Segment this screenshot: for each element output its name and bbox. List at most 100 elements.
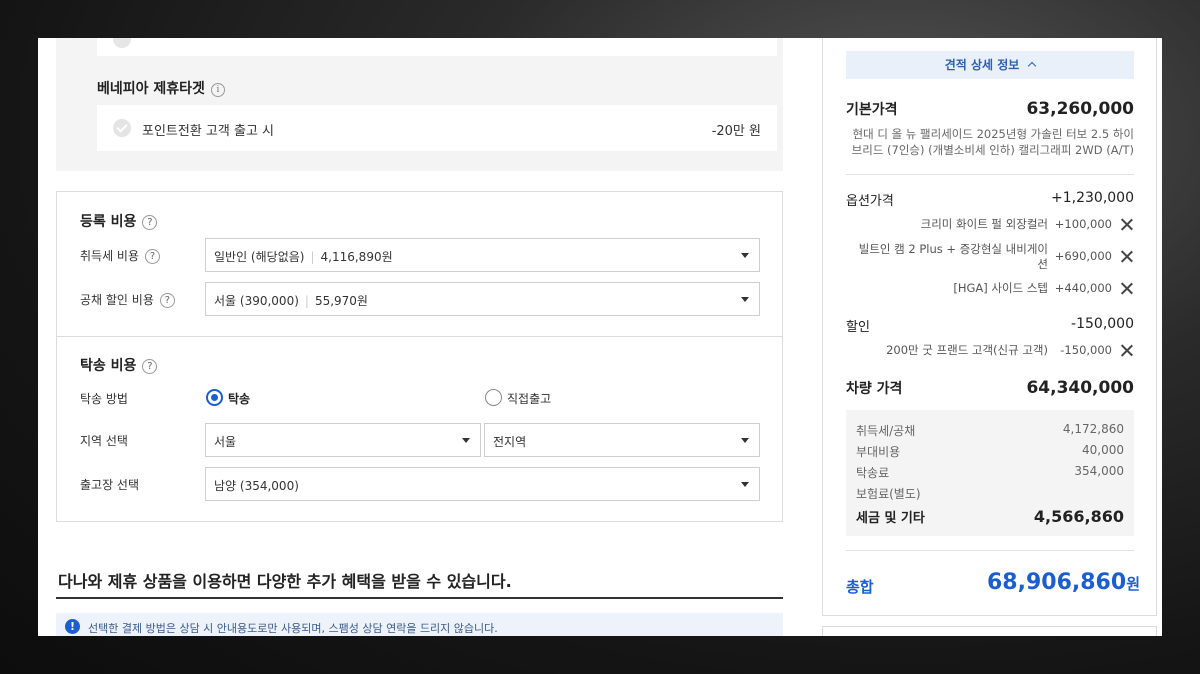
info-icon[interactable]: i [210,83,225,97]
toggle-label: 견적 상세 정보 [944,58,1020,72]
car-price-row: 차량 가격 64,340,000 [846,378,1134,398]
cost-settings-box: 등록 비용? 취득세 비용? 일반인 (해당없음) | 4,116,890원 공채 … [56,191,783,522]
bond-amount: 55,970원 [314,294,368,308]
discount-name: 200만 굿 프랜드 고객(신규 고객) [886,343,1048,357]
bond-discount-select[interactable]: 서울 (390,000) | 55,970원 [205,282,760,316]
radio-button[interactable] [206,389,223,406]
car-price-value: 64,340,000 [1026,378,1134,398]
option-name: [HGA] 사이드 스텝 [953,281,1048,295]
depot-select[interactable]: 남양 (354,000) [205,467,760,501]
grand-total-value: 68,906,860원 [987,570,1140,595]
dropdown-arrow-icon [462,438,470,443]
promo-heading: 다나와 제휴 상품을 이용하면 다양한 추가 혜택을 받을 수 있습니다. [58,572,512,591]
registration-cost-title: 등록 비용? [80,211,158,231]
radio-button[interactable] [485,389,502,406]
option-name: 크리미 화이트 펄 외장컬러 [920,217,1048,231]
tax-row: 탁송료 354,000 [856,464,1124,481]
car-price-label: 차량 가격 [846,381,903,397]
tax-label: 취득세/공채 [856,424,916,438]
tax-label: 탁송료 [856,466,890,480]
check-circle-icon[interactable] [113,38,131,48]
dropdown-arrow-icon [741,253,749,258]
bond-region: 서울 (390,000) [214,294,299,308]
option-item: [HGA] 사이드 스텝 +440,000 [846,281,1134,296]
partner-section-title: 베네피아 제휴타겟 i [97,78,225,98]
option-price-row: 옵션가격 +1,230,000 [846,190,1134,209]
region-city-select[interactable]: 서울 [205,423,481,457]
dropdown-arrow-icon [741,297,749,302]
discount-value: -150,000 [1071,316,1134,332]
discount-row: 할인 -150,000 [846,316,1134,335]
chevron-up-icon [1028,61,1037,71]
radio-delivery-label: 탁송 [228,392,251,406]
tax-total-row: 세금 및 기타 4,566,860 [856,507,1124,526]
discount-price: -150,000 [1060,343,1112,357]
remove-icon[interactable] [1112,281,1134,295]
payment-notice: ! 선택한 결제 방법은 상담 시 안내용도로만 사용되며, 스팸성 상담 연락… [56,613,783,636]
estimate-detail-toggle[interactable]: 견적 상세 정보 [846,51,1134,79]
region-area-value: 전지역 [493,435,527,449]
tax-row: 취득세/공채 4,172,860 [856,422,1124,439]
dropdown-arrow-icon [741,438,749,443]
dropdown-arrow-icon [741,482,749,487]
benefit-option-label: 포인트전환 고객 출고 시 [142,124,274,139]
discount-section: 베네피아 제휴타겟 i 포인트전환 고객 출고 시 -20만 원 [56,38,783,171]
section-divider [57,336,782,337]
tax-value: 4,172,860 [1062,422,1124,436]
cut-off-benefit-row [97,38,777,56]
grand-total-label: 총합 [846,578,874,596]
divider [846,174,1134,175]
discount-label: 할인 [846,320,870,335]
grand-total-amount: 68,906,860 [987,570,1127,595]
promo-divider [56,597,783,599]
estimate-summary-panel: 견적 상세 정보 기본가격 63,260,000 현대 디 올 뉴 팰리세이드 … [822,38,1157,616]
region-label: 지역 선택 [80,434,128,448]
tax-value: 354,000 [1074,464,1124,478]
benefit-option-row[interactable]: 포인트전환 고객 출고 시 -20만 원 [97,105,777,151]
acq-tax-label: 취득세 비용? [80,247,161,264]
model-description: 현대 디 올 뉴 팰리세이드 2025년형 가솔린 터보 2.5 하이브리드 (… [851,127,1134,157]
option-item: 빌트인 캠 2 Plus + 증강현실 내비게이션 +690,000 [846,242,1134,272]
tax-total-value: 4,566,860 [1033,507,1124,526]
option-price-label: 옵션가격 [846,194,894,209]
tax-row: 보험료(별도) [856,485,1124,502]
option-item: 크리미 화이트 펄 외장컬러 +100,000 [846,217,1134,232]
tax-value: 40,000 [1082,443,1124,457]
region-area-select[interactable]: 전지역 [484,423,760,457]
base-price-label: 기본가격 [846,102,898,118]
region-city-value: 서울 [214,435,237,449]
next-panel-edge [822,626,1157,636]
check-circle-icon[interactable] [113,119,131,137]
help-icon[interactable]: ? [145,249,161,264]
remove-icon[interactable] [1112,249,1134,263]
divider [846,550,1134,551]
option-name: 빌트인 캠 2 Plus + 증강현실 내비게이션 [858,242,1048,271]
help-icon[interactable]: ? [142,215,158,230]
remove-icon[interactable] [1112,343,1134,357]
screen: 베네피아 제휴타겟 i 포인트전환 고객 출고 시 -20만 원 등록 비용? 취… [38,38,1162,636]
alert-icon: ! [65,619,80,634]
acq-tax-select[interactable]: 일반인 (해당없음) | 4,116,890원 [205,238,760,272]
option-price-value: +1,230,000 [1051,190,1134,206]
acq-tax-type: 일반인 (해당없음) [214,250,305,264]
delivery-method-label: 탁송 방법 [80,392,128,406]
help-icon[interactable]: ? [159,293,175,308]
depot-label: 출고장 선택 [80,478,140,492]
radio-pickup-label: 직접출고 [507,392,552,406]
base-price-value: 63,260,000 [1026,99,1134,119]
depot-value: 남양 (354,000) [214,479,299,493]
option-price: +100,000 [1054,217,1112,231]
help-icon[interactable]: ? [142,359,158,374]
left-panel: 베네피아 제휴타겟 i 포인트전환 고객 출고 시 -20만 원 등록 비용? 취… [38,38,808,636]
remove-icon[interactable] [1112,217,1134,231]
base-price-row: 기본가격 63,260,000 [846,99,1134,119]
tax-breakdown-box: 취득세/공채 4,172,860 부대비용 40,000 탁송료 354,000 보험… [846,410,1134,536]
tax-total-label: 세금 및 기타 [856,511,925,526]
tax-row: 부대비용 40,000 [856,443,1124,460]
acq-tax-amount: 4,116,890원 [320,250,393,264]
option-price: +440,000 [1054,281,1112,295]
benefit-option-amount: -20만 원 [711,124,761,139]
tax-label: 부대비용 [856,445,901,459]
discount-item: 200만 굿 프랜드 고객(신규 고객) -150,000 [846,343,1134,358]
delivery-cost-title: 탁송 비용? [80,355,158,375]
